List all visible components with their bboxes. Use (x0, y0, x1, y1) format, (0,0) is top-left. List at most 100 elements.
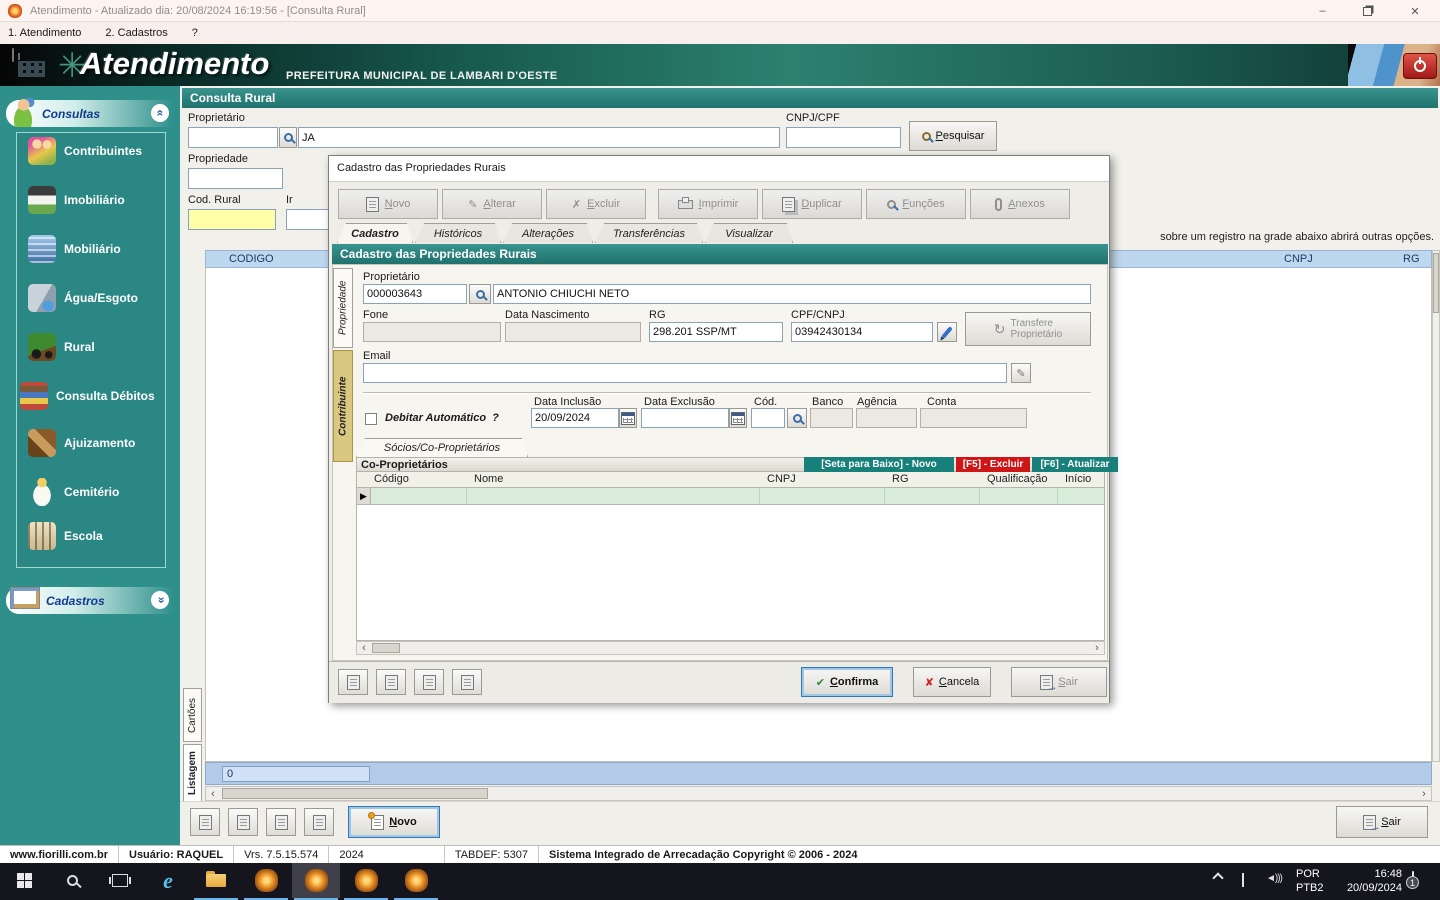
form-button-3[interactable] (266, 808, 296, 836)
email-input[interactable] (363, 363, 1007, 383)
start-button[interactable] (0, 863, 48, 898)
cod-search-button[interactable] (787, 408, 807, 428)
column-rg[interactable]: RG (1403, 253, 1420, 265)
tab-visualizar[interactable]: Visualizar (705, 223, 793, 243)
dlg-form-button-3[interactable] (414, 669, 444, 695)
dlg-proprietario-search-button[interactable] (469, 284, 491, 304)
col-qualificacao[interactable]: Qualificação (987, 473, 1048, 485)
tab-cartoes[interactable]: Cartões (183, 688, 202, 742)
taskbar-explorer[interactable] (192, 863, 240, 898)
sidebar-item-imobiliario[interactable]: Imobiliário (28, 186, 125, 214)
power-icon[interactable] (1403, 53, 1437, 79)
taskbar-search-button[interactable] (48, 863, 96, 898)
dlg-form-button-1[interactable] (338, 669, 368, 695)
column-codigo[interactable]: CODIGO (229, 253, 274, 265)
tab-cadastro[interactable]: Cadastro (337, 223, 413, 243)
menu-help[interactable]: ? (180, 27, 210, 39)
dlg-form-button-4[interactable] (452, 669, 482, 695)
tray-network[interactable] (1242, 873, 1244, 887)
dlg-proprietario-name-field[interactable] (493, 284, 1091, 304)
toolbar-anexos-button[interactable]: Anexos (970, 189, 1070, 219)
agencia-input[interactable] (856, 408, 917, 428)
data-exclusao-input[interactable] (641, 408, 729, 428)
sidebar-item-contribuintes[interactable]: Contribuintes (28, 137, 142, 165)
dlg-sair-button[interactable]: → Sair (1011, 667, 1107, 697)
menu-cadastros[interactable]: 2. Cadastros (93, 27, 179, 39)
socios-horizontal-scrollbar[interactable]: ‹ › (356, 641, 1105, 655)
banco-input[interactable] (810, 408, 853, 428)
socios-selected-row[interactable]: ▶ (356, 488, 1105, 505)
col-codigo[interactable]: Código (374, 473, 409, 485)
tray-chevron[interactable] (1212, 872, 1224, 884)
cnpj-cpf-input[interactable] (786, 127, 901, 148)
taskbar-app-2-active[interactable] (292, 863, 340, 898)
notifications-button[interactable]: 1 (1406, 871, 1419, 889)
toolbar-imprimir-button[interactable]: Imprimir (658, 189, 758, 219)
col-inicio[interactable]: Início (1065, 473, 1091, 485)
cod-rural-input[interactable] (188, 209, 276, 230)
toolbar-alterar-button[interactable]: ✎ Alterar (442, 189, 542, 219)
toolbar-novo-button[interactable]: Novo (338, 189, 438, 219)
main-horizontal-scrollbar[interactable]: ‹ › (205, 786, 1432, 801)
cancela-button[interactable]: ✘ Cancela (913, 667, 991, 697)
socios-grid-body[interactable] (356, 505, 1105, 641)
chevron-up-icon[interactable]: « (151, 104, 169, 122)
toolbar-funcoes-button[interactable]: Funções (866, 189, 966, 219)
close-button[interactable]: ✕ (1390, 0, 1440, 22)
data-exclusao-calendar-button[interactable] (729, 408, 747, 428)
tab-alteracoes[interactable]: Alterações (503, 223, 593, 243)
dialog-titlebar[interactable]: Cadastro das Propriedades Rurais (329, 156, 1109, 182)
sidebar-group-consultas[interactable]: Consultas « (6, 96, 174, 127)
minimize-button[interactable]: – (1300, 0, 1345, 22)
sidebar-item-agua-esgoto[interactable]: Água/Esgoto (28, 284, 138, 312)
tab-contribuinte-vertical[interactable]: Contribuinte (333, 350, 353, 462)
chevron-down-icon[interactable]: « (151, 591, 169, 609)
dlg-proprietario-code-input[interactable] (363, 284, 467, 304)
pesquisar-button[interactable]: Pesquisar (909, 121, 997, 151)
pen-button[interactable] (937, 322, 957, 342)
data-nascimento-input[interactable] (505, 322, 641, 342)
sair-button[interactable]: → Sair (1336, 806, 1428, 838)
maximize-button[interactable] (1345, 0, 1390, 22)
toolbar-duplicar-button[interactable]: Duplicar (762, 189, 862, 219)
proprietario-code-input[interactable] (188, 127, 278, 148)
scroll-left-icon[interactable]: ‹ (206, 787, 220, 800)
scroll-left-icon[interactable]: ‹ (357, 642, 371, 654)
dlg-form-button-2[interactable] (376, 669, 406, 695)
propriedade-input[interactable] (188, 168, 283, 189)
main-vertical-scrollbar[interactable] (1432, 250, 1440, 762)
taskbar-ie[interactable]: e (144, 863, 192, 898)
data-inclusao-input[interactable] (531, 408, 619, 428)
scroll-right-icon[interactable]: › (1417, 787, 1431, 800)
taskbar-app-1[interactable] (242, 863, 290, 898)
data-inclusao-calendar-button[interactable] (619, 408, 637, 428)
scroll-right-icon[interactable]: › (1090, 642, 1104, 654)
tab-historicos[interactable]: Históricos (415, 223, 501, 243)
sidebar-item-mobiliario[interactable]: Mobiliário (28, 235, 121, 263)
col-rg[interactable]: RG (892, 473, 909, 485)
taskbar-app-3[interactable] (342, 863, 390, 898)
column-cnpj[interactable]: CNPJ (1284, 253, 1313, 265)
email-edit-button[interactable]: ✎ (1011, 363, 1031, 383)
task-view-button[interactable] (96, 863, 144, 898)
form-button-2[interactable] (228, 808, 258, 836)
tab-listagem[interactable]: Listagem (183, 744, 202, 802)
sidebar-item-cemiterio[interactable]: Cemitério (28, 478, 119, 506)
cod-input[interactable] (751, 408, 785, 428)
tray-volume[interactable]: ◄))) (1266, 872, 1283, 884)
confirma-button[interactable]: ✔ Confirma (801, 667, 893, 697)
transfere-proprietario-button[interactable]: ↻ Transfere Proprietário (965, 312, 1091, 346)
conta-input[interactable] (920, 408, 1027, 428)
tab-socios-coproprietarios[interactable]: Sócios/Co-Proprietários (356, 438, 528, 457)
fone-input[interactable] (363, 322, 501, 342)
sidebar-item-rural[interactable]: Rural (28, 333, 95, 361)
cpf-cnpj-input[interactable] (791, 322, 933, 342)
toolbar-excluir-button[interactable]: ✗ Excluir (546, 189, 646, 219)
tray-language[interactable]: POR PTB2 (1296, 867, 1324, 895)
form-button-4[interactable] (304, 808, 334, 836)
form-button-1[interactable] (190, 808, 220, 836)
rg-input[interactable] (649, 322, 783, 342)
debitar-automatico-checkbox[interactable] (365, 413, 377, 425)
taskbar-app-4[interactable] (392, 863, 440, 898)
col-nome[interactable]: Nome (474, 473, 503, 485)
